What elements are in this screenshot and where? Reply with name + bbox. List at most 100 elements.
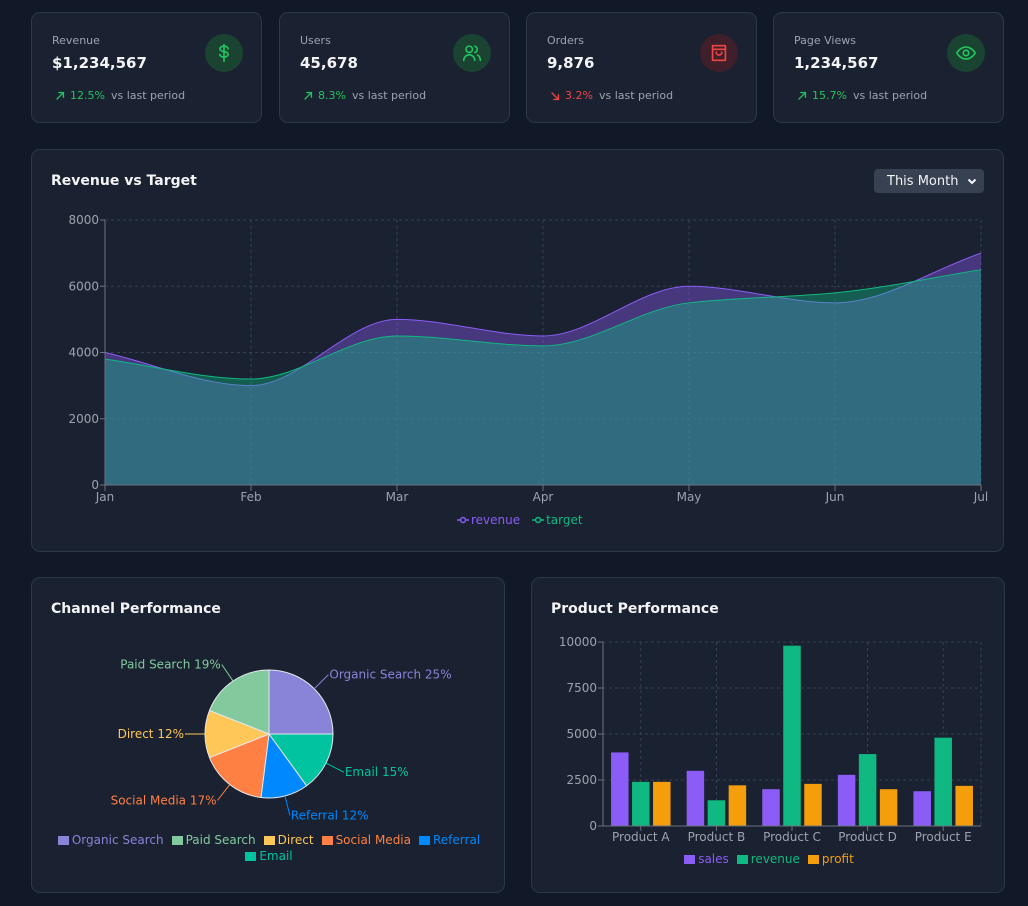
legend-item-target[interactable]: target bbox=[532, 513, 583, 527]
stat-icon-badge bbox=[453, 34, 491, 72]
legend-item-email[interactable]: Email bbox=[245, 849, 293, 863]
legend-swatch bbox=[736, 854, 748, 864]
legend-swatch bbox=[807, 854, 819, 864]
y-tick-label: 8000 bbox=[68, 213, 99, 227]
y-tick-label: 0 bbox=[589, 819, 597, 833]
stat-value: $1,234,567 bbox=[52, 54, 147, 72]
x-tick-label: May bbox=[677, 490, 702, 504]
bar-revenue[interactable] bbox=[934, 737, 952, 826]
stat-value: 1,234,567 bbox=[794, 54, 879, 72]
y-tick-label: 10000 bbox=[559, 635, 597, 649]
revenue-vs-target-panel: Revenue vs Target This Month 0 2000 4000 60… bbox=[31, 149, 1004, 552]
eye-icon bbox=[955, 46, 977, 60]
x-tick-label: Product B bbox=[688, 830, 746, 844]
arrow-up-right-icon bbox=[56, 91, 65, 100]
pie-label-line bbox=[217, 784, 231, 801]
bar-profit[interactable] bbox=[879, 789, 898, 826]
pie-label-line bbox=[221, 664, 234, 682]
bar-sales[interactable] bbox=[686, 770, 705, 826]
dollar-icon bbox=[219, 43, 229, 63]
bar-revenue[interactable] bbox=[632, 781, 650, 826]
x-tick-label: Product C bbox=[763, 830, 821, 844]
arrow-up-right-icon bbox=[304, 91, 313, 100]
stat-label: Revenue bbox=[52, 34, 100, 47]
bar-legend: sales revenue profit bbox=[552, 852, 986, 866]
users-icon bbox=[462, 45, 482, 62]
x-tick-label: Product E bbox=[915, 830, 972, 844]
x-tick-label: Feb bbox=[240, 490, 261, 504]
legend-item-social-media[interactable]: Social Media bbox=[321, 833, 411, 847]
arrow-down-right-icon bbox=[551, 91, 560, 100]
bar-profit[interactable] bbox=[728, 785, 747, 826]
bar-revenue[interactable] bbox=[858, 754, 877, 826]
y-tick-label: 5000 bbox=[566, 727, 597, 741]
x-tick-label: Mar bbox=[386, 490, 409, 504]
stat-card-orders: Orders 9,876 3.2% vs last period bbox=[526, 12, 757, 123]
stat-change: 12.5% bbox=[70, 89, 105, 102]
stat-label: Page Views bbox=[794, 34, 856, 47]
stat-trend: 12.5% vs last period bbox=[54, 89, 185, 102]
bar-sales[interactable] bbox=[762, 789, 780, 826]
bar-revenue[interactable] bbox=[783, 645, 801, 826]
legend-item-referral[interactable]: Referral bbox=[419, 833, 480, 847]
legend-label: target bbox=[546, 513, 583, 527]
legend-label: Email bbox=[259, 849, 293, 863]
stat-subtext: vs last period bbox=[852, 89, 928, 102]
legend-label: Paid Search bbox=[185, 833, 256, 847]
pie-label: Email 15% bbox=[345, 765, 409, 779]
y-tick-label: 6000 bbox=[68, 279, 99, 293]
bar-profit[interactable] bbox=[804, 783, 822, 826]
pie-legend: Organic Search Paid Search Direct Social Me… bbox=[52, 833, 486, 863]
legend-item-profit[interactable]: profit bbox=[807, 852, 854, 866]
stat-subtext: vs last period bbox=[110, 89, 186, 102]
legend-swatch bbox=[684, 854, 696, 864]
stat-subtext: vs last period bbox=[598, 89, 674, 102]
legend-label: Referral bbox=[433, 833, 481, 847]
product-bar-chart: 0 2500 5000 7500 10000 Product A Product B Prod… bbox=[559, 635, 982, 844]
y-tick-label: 7500 bbox=[566, 681, 597, 695]
pie-label-line bbox=[284, 795, 291, 816]
legend-item-direct[interactable]: Direct bbox=[263, 833, 314, 847]
arrow-up-right-icon bbox=[798, 91, 807, 100]
y-tick-label: 2500 bbox=[566, 773, 597, 787]
pie-label: Social Media 17% bbox=[111, 793, 217, 807]
stat-change: 3.2% bbox=[565, 89, 593, 102]
legend-swatch bbox=[419, 835, 430, 845]
pie-label-line bbox=[313, 674, 329, 690]
pie-label: Paid Search 19% bbox=[120, 658, 221, 672]
legend-label: Social Media bbox=[335, 833, 411, 847]
bar-profit[interactable] bbox=[955, 785, 973, 826]
pie-label: Direct 12% bbox=[118, 727, 184, 741]
stat-label: Users bbox=[300, 34, 331, 47]
legend-item-revenue[interactable]: revenue bbox=[736, 852, 800, 866]
x-tick-label: Apr bbox=[533, 490, 554, 504]
bar-sales[interactable] bbox=[837, 774, 856, 826]
legend-item-paid-search[interactable]: Paid Search bbox=[171, 833, 256, 847]
legend-label: revenue bbox=[471, 513, 520, 527]
legend-label: Organic Search bbox=[71, 833, 164, 847]
stat-change: 8.3% bbox=[318, 89, 346, 102]
x-tick-label: Jan bbox=[95, 490, 115, 504]
stat-trend: 3.2% vs last period bbox=[549, 89, 673, 102]
legend-item-organic-search[interactable]: Organic Search bbox=[57, 833, 164, 847]
y-tick-label: 4000 bbox=[68, 346, 99, 360]
shopping-bag-icon bbox=[711, 44, 727, 62]
stat-subtext: vs last period bbox=[351, 89, 427, 102]
legend-swatch bbox=[245, 851, 257, 861]
pie-label-line bbox=[325, 762, 345, 773]
x-tick-label: Jun bbox=[825, 490, 845, 504]
bar-sales[interactable] bbox=[611, 752, 629, 826]
y-tick-label: 2000 bbox=[68, 412, 99, 426]
stat-card-page-views: Page Views 1,234,567 15.7% vs last perio… bbox=[773, 12, 1004, 123]
bar-revenue[interactable] bbox=[707, 800, 726, 826]
legend-item-revenue[interactable]: revenue bbox=[457, 513, 520, 527]
x-tick-label: Product A bbox=[612, 830, 670, 844]
legend-swatch bbox=[57, 835, 69, 845]
revenue-area-chart: 02000400060008000Jan Feb Mar Apr May Jun Julre… bbox=[68, 213, 988, 527]
stat-icon-badge bbox=[947, 34, 985, 72]
stat-trend: 15.7% vs last period bbox=[796, 89, 927, 102]
stat-icon-badge bbox=[205, 34, 243, 72]
bar-profit[interactable] bbox=[653, 781, 671, 826]
bar-sales[interactable] bbox=[913, 791, 931, 826]
legend-item-sales[interactable]: sales bbox=[684, 852, 729, 866]
